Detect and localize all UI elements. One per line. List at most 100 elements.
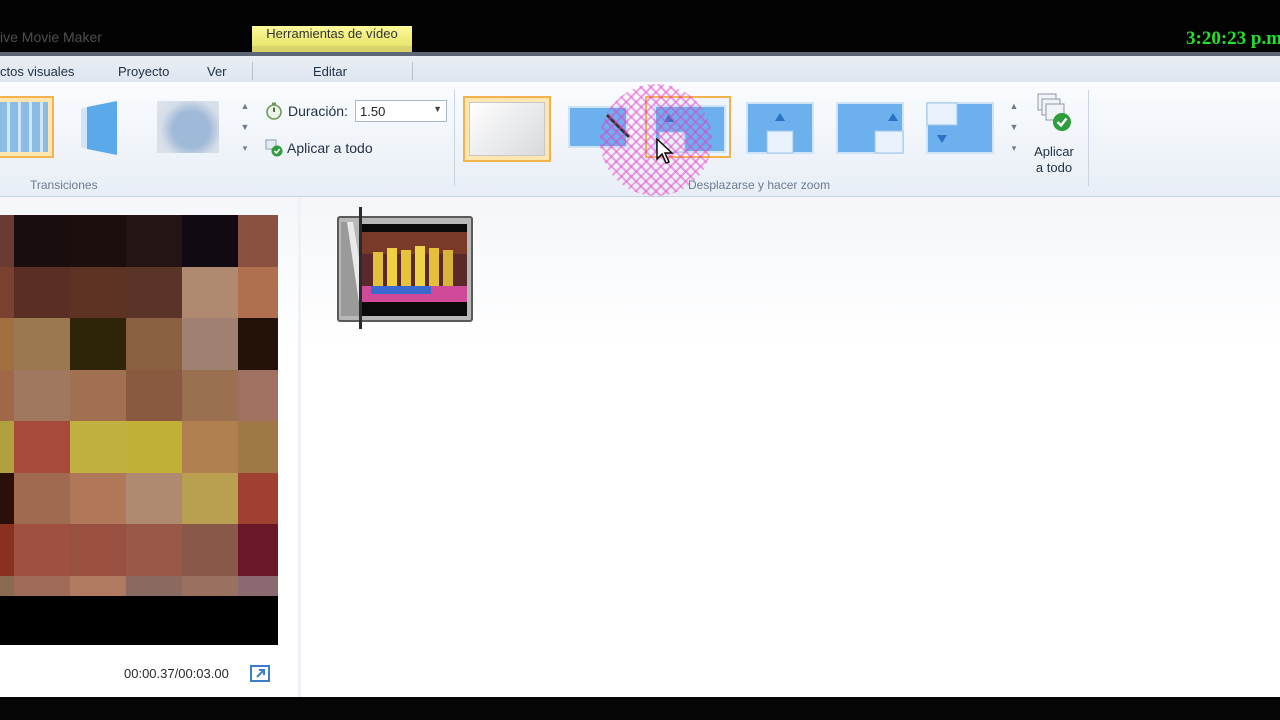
transitions-group-label: Transiciones bbox=[30, 178, 98, 192]
mosaic-cell bbox=[70, 266, 126, 318]
pan-up-center-preview-icon bbox=[746, 102, 814, 154]
mosaic-cell bbox=[182, 215, 238, 267]
pan-zoom-down-left[interactable] bbox=[920, 96, 998, 158]
duration-dropdown[interactable]: 1.50 ▼ bbox=[355, 100, 447, 122]
preview-splitter[interactable] bbox=[298, 197, 301, 697]
apply-all-transitions-icon bbox=[265, 139, 283, 157]
mosaic-cell bbox=[126, 575, 182, 596]
mosaic-cell bbox=[14, 472, 70, 524]
apply-all-transitions-button[interactable]: Aplicar a todo bbox=[287, 140, 373, 156]
mosaic-cell bbox=[14, 421, 70, 473]
scroll-up-icon[interactable]: ▲ bbox=[1007, 96, 1021, 117]
mosaic-cell bbox=[70, 215, 126, 267]
duration-value[interactable]: 1.50 bbox=[360, 104, 385, 119]
mosaic-cell bbox=[0, 472, 14, 524]
mosaic-cell bbox=[126, 266, 182, 318]
mosaic-cell bbox=[70, 318, 126, 370]
video-tools-context-tab[interactable]: Herramientas de vídeo bbox=[252, 26, 412, 48]
flip-preview-icon bbox=[81, 101, 117, 155]
mosaic-cell bbox=[126, 215, 182, 267]
mosaic-cell bbox=[0, 369, 14, 421]
tab-project[interactable]: Proyecto bbox=[118, 64, 169, 79]
dissolve-preview-icon bbox=[157, 101, 219, 153]
group-divider bbox=[454, 90, 455, 186]
mosaic-cell bbox=[0, 318, 14, 370]
transition-dissolve[interactable] bbox=[152, 96, 224, 158]
mosaic-cell bbox=[126, 369, 182, 421]
mosaic-cell bbox=[238, 318, 278, 370]
mosaic-cell bbox=[0, 524, 14, 576]
chevron-down-icon[interactable]: ▼ bbox=[433, 104, 442, 114]
apply-all-line1: Aplicar bbox=[1034, 144, 1074, 159]
title-bar: ive Movie Maker Herramientas de vídeo 3:… bbox=[0, 0, 1280, 52]
no-pan-preview-icon bbox=[469, 102, 545, 156]
mosaic-cell bbox=[126, 421, 182, 473]
pan-zoom-up[interactable] bbox=[740, 96, 818, 158]
mosaic-preview-icon bbox=[0, 102, 48, 152]
pan-zoom-group-label: Desplazarse y hacer zoom bbox=[688, 178, 831, 192]
fullscreen-button[interactable] bbox=[250, 665, 270, 682]
tab-visual-effects[interactable]: ctos visuales bbox=[0, 64, 74, 79]
pan-zoom-up-right[interactable] bbox=[830, 96, 908, 158]
workspace: 00:00.37/00:03.00 bbox=[0, 197, 1280, 697]
scroll-down-icon[interactable]: ▼ bbox=[1007, 117, 1021, 138]
mosaic-cell bbox=[182, 575, 238, 596]
mosaic-cell bbox=[14, 266, 70, 318]
ribbon-tab-strip: ctos visuales Proyecto Ver Editar bbox=[0, 56, 1280, 82]
pan-zoom-gallery-scroll[interactable]: ▲ ▼ ▾ bbox=[1007, 96, 1021, 160]
transition-flip[interactable] bbox=[62, 96, 134, 158]
mosaic-cell bbox=[14, 215, 70, 267]
tab-view[interactable]: Ver bbox=[207, 64, 227, 79]
mosaic-cell bbox=[126, 318, 182, 370]
apply-all-pan-zoom-button[interactable]: Aplicar a todo bbox=[1026, 90, 1082, 176]
mosaic-cell bbox=[14, 524, 70, 576]
mosaic-cell bbox=[0, 215, 14, 267]
duration-label: Duración: bbox=[288, 103, 348, 119]
preview-monitor[interactable] bbox=[0, 215, 278, 645]
mosaic-cell bbox=[182, 266, 238, 318]
mosaic-cell bbox=[14, 318, 70, 370]
mosaic-cell bbox=[70, 421, 126, 473]
tab-divider bbox=[252, 62, 253, 80]
mosaic-cell bbox=[238, 266, 278, 318]
gallery-more-icon[interactable]: ▾ bbox=[238, 138, 252, 159]
pan-zoom-none[interactable] bbox=[463, 96, 551, 162]
apply-all-line2: a todo bbox=[1035, 160, 1073, 175]
preview-frame bbox=[0, 215, 278, 596]
pan-up-right-preview-icon bbox=[836, 102, 904, 154]
mosaic-cell bbox=[70, 472, 126, 524]
mouse-cursor-icon bbox=[656, 138, 674, 164]
mosaic-cell bbox=[70, 524, 126, 576]
mosaic-cell bbox=[70, 369, 126, 421]
ribbon-tab-row: ctos visuales Proyecto Ver Editar bbox=[0, 52, 1280, 82]
mosaic-cell bbox=[238, 369, 278, 421]
tab-divider bbox=[412, 62, 413, 80]
bottom-bar bbox=[0, 697, 1280, 720]
pan-down-preview-icon bbox=[926, 102, 994, 154]
mosaic-cell bbox=[0, 575, 14, 596]
mosaic-cell bbox=[126, 472, 182, 524]
mosaic-cell bbox=[238, 215, 278, 267]
apply-all-pan-zoom-label: Aplicar a todo bbox=[1026, 144, 1082, 176]
mosaic-cell bbox=[238, 524, 278, 576]
mosaic-cell bbox=[182, 472, 238, 524]
apply-all-pan-zoom-icon bbox=[1037, 93, 1071, 131]
scroll-up-icon[interactable]: ▲ bbox=[238, 96, 252, 117]
tab-edit[interactable]: Editar bbox=[313, 64, 347, 79]
scroll-down-icon[interactable]: ▼ bbox=[238, 117, 252, 138]
mosaic-cell bbox=[182, 421, 238, 473]
clip-thumbnail-image bbox=[361, 224, 467, 316]
mosaic-cell bbox=[238, 472, 278, 524]
mosaic-cell bbox=[182, 524, 238, 576]
stopwatch-icon bbox=[266, 102, 282, 120]
transitions-gallery-scroll[interactable]: ▲ ▼ ▾ bbox=[238, 96, 252, 160]
gallery-more-icon[interactable]: ▾ bbox=[1007, 138, 1021, 159]
playhead[interactable] bbox=[359, 207, 362, 329]
transition-mosaic[interactable] bbox=[0, 96, 54, 158]
storyboard-clip[interactable] bbox=[337, 216, 473, 322]
expand-icon bbox=[256, 669, 265, 678]
app-title: ive Movie Maker bbox=[0, 29, 102, 45]
mosaic-cell bbox=[238, 421, 278, 473]
mosaic-cell bbox=[238, 575, 278, 596]
clip-thumbnail bbox=[361, 224, 467, 316]
